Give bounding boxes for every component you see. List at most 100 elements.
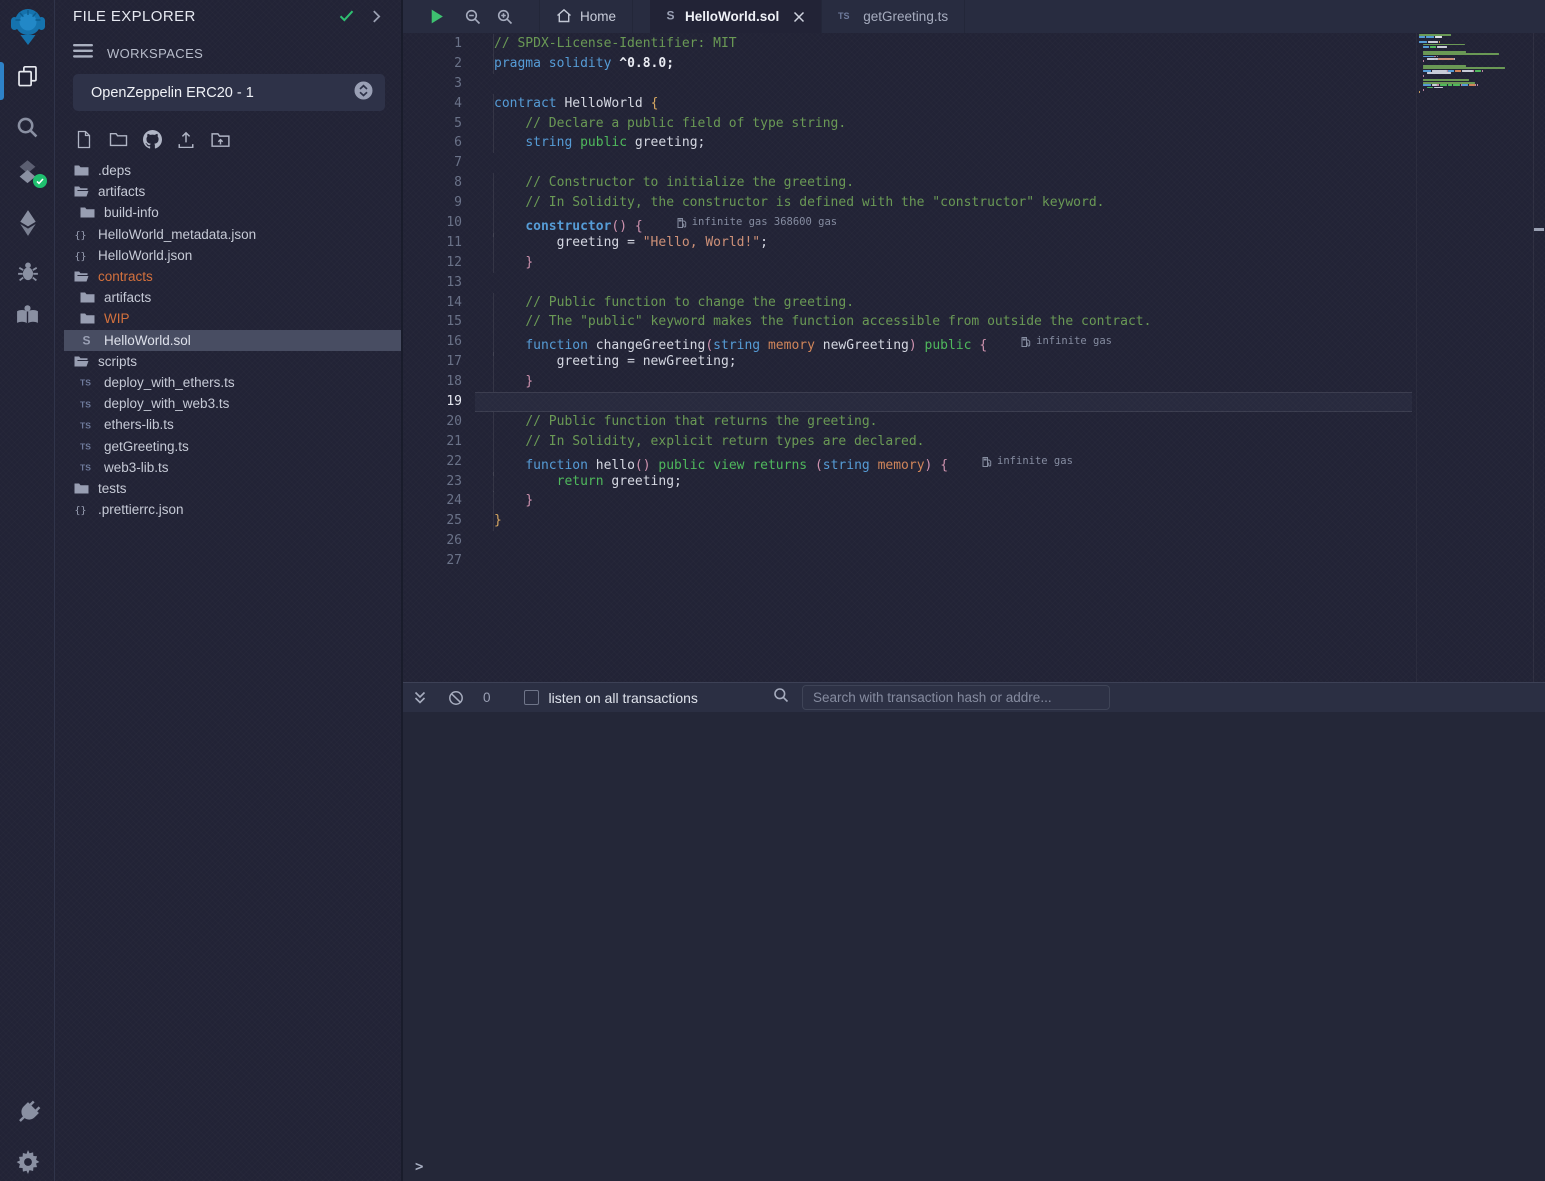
remix-ide-app: FILE EXPLORER WORKSPACES OpenZeppelin ER…: [0, 0, 1545, 1181]
code-line-content: // The "public" keyword makes the functi…: [493, 312, 1151, 332]
zoom-in-button[interactable]: [493, 0, 517, 33]
svg-text:S: S: [667, 9, 675, 23]
code-editor[interactable]: 1// SPDX-License-Identifier: MIT2pragma …: [403, 33, 1545, 682]
github-icon[interactable]: [139, 127, 165, 151]
line-number: 4: [403, 94, 462, 114]
tree-row[interactable]: TSweb3-lib.ts: [55, 457, 401, 478]
run-script-button[interactable]: [423, 0, 449, 33]
tree-row[interactable]: S HelloWorld.sol: [64, 330, 401, 351]
tree-row[interactable]: scripts: [55, 351, 401, 372]
code-line-content: // Constructor to initialize the greetin…: [493, 173, 854, 193]
tree-row[interactable]: TS ethers-lib.ts: [55, 414, 401, 435]
code-line: 8 // Constructor to initialize the greet…: [403, 173, 1545, 193]
tree-row[interactable]: .deps: [55, 160, 401, 181]
tree-row[interactable]: artifacts: [55, 287, 401, 308]
workspace-select[interactable]: OpenZeppelin ERC20 - 1: [73, 74, 385, 111]
minimap-edge: [1416, 33, 1417, 682]
workspaces-row: WORKSPACES: [55, 32, 401, 63]
upload-folder-icon[interactable]: [207, 127, 233, 151]
tab-getgreeting-ts[interactable]: TS getGreeting.ts: [822, 0, 965, 33]
line-number: 25: [403, 511, 462, 531]
tree-label: HelloWorld_metadata.json: [98, 227, 256, 242]
file-explorer-icon[interactable]: [0, 65, 55, 88]
new-folder-icon[interactable]: [105, 127, 131, 151]
line-number: 6: [403, 133, 462, 153]
line-number: 13: [403, 273, 462, 293]
tree-label: web3-lib.ts: [104, 460, 169, 475]
code-line-content: }: [493, 491, 533, 511]
listen-checkbox[interactable]: [524, 690, 539, 705]
listen-label: listen on all transactions: [549, 690, 698, 706]
line-number: 23: [403, 472, 462, 492]
tree-row[interactable]: {} HelloWorld_metadata.json: [55, 224, 401, 245]
tree-label: artifacts: [104, 290, 151, 305]
line-number: 21: [403, 432, 462, 452]
solidity-icon: S: [79, 333, 96, 347]
line-number: 9: [403, 193, 462, 213]
tree-label: .deps: [98, 163, 131, 178]
tree-row[interactable]: {}HelloWorld.json: [55, 245, 401, 266]
solidity-compiler-icon[interactable]: [0, 160, 55, 184]
tree-row[interactable]: TSdeploy_with_web3.ts: [55, 393, 401, 414]
scrollbar-thumb[interactable]: [1534, 228, 1544, 231]
tree-row[interactable]: TSgetGreeting.ts: [55, 435, 401, 456]
tree-row[interactable]: build-info: [55, 202, 401, 223]
menu-icon[interactable]: [73, 44, 93, 63]
tab-home[interactable]: Home: [539, 0, 633, 33]
code-line: 15 // The "public" keyword makes the fun…: [403, 312, 1545, 332]
upload-file-icon[interactable]: [173, 127, 199, 151]
search-icon[interactable]: [0, 116, 55, 139]
debugger-icon[interactable]: [0, 260, 55, 284]
tree-row[interactable]: contracts: [55, 266, 401, 287]
panel-header: FILE EXPLORER: [55, 0, 401, 32]
code-line: 14 // Public function to change the gree…: [403, 293, 1545, 313]
code-line: 10 constructor() {infinite gas 368600 ga…: [403, 213, 1545, 233]
deploy-and-run-icon[interactable]: [0, 210, 55, 236]
code-line: 18 }: [403, 372, 1545, 392]
code-line: 2pragma solidity ^0.8.0;: [403, 54, 1545, 74]
code-line-content: }: [493, 372, 533, 392]
tree-row[interactable]: tests: [55, 478, 401, 499]
new-file-icon[interactable]: [71, 127, 97, 151]
tree-row[interactable]: {}.prettierrc.json: [55, 499, 401, 520]
folder-closed-icon: [79, 206, 96, 219]
tree-label: HelloWorld.sol: [104, 333, 191, 348]
chevron-right-icon[interactable]: [365, 5, 387, 27]
tree-row[interactable]: artifacts: [55, 181, 401, 202]
code-line: 25}: [403, 511, 1545, 531]
tree-label: ethers-lib.ts: [104, 417, 174, 432]
line-number: 10: [403, 213, 462, 233]
tree-row[interactable]: TSdeploy_with_ethers.ts: [55, 372, 401, 393]
scrollbar-track[interactable]: [1533, 33, 1534, 682]
plugin-manager-icon[interactable]: [0, 1100, 55, 1126]
clear-console-icon[interactable]: [445, 690, 467, 706]
close-icon[interactable]: [793, 11, 805, 23]
transaction-search-input[interactable]: [802, 685, 1110, 710]
svg-text:{}: {}: [75, 230, 87, 241]
line-number: 8: [403, 173, 462, 193]
main-area: Home S HelloWorld.sol TS getGreeting.ts: [403, 0, 1545, 1181]
settings-gear-icon[interactable]: [0, 1150, 55, 1174]
line-number: 7: [403, 153, 462, 173]
terminal[interactable]: >: [403, 712, 1545, 1181]
learneth-icon[interactable]: [0, 303, 55, 327]
activity-bar: [0, 0, 55, 1181]
line-number: 26: [403, 531, 462, 551]
tab-helloworld-sol[interactable]: S HelloWorld.sol: [650, 0, 822, 33]
zoom-out-button[interactable]: [461, 0, 485, 33]
tree-label: tests: [98, 481, 127, 496]
code-line-content: }: [493, 511, 502, 531]
code-line-content: // Public function that returns the gree…: [493, 412, 878, 432]
remix-logo[interactable]: [0, 6, 55, 46]
tree-row[interactable]: WIP: [55, 308, 401, 329]
check-icon[interactable]: [335, 5, 357, 27]
code-line: 11 greeting = "Hello, World!";: [403, 233, 1545, 253]
svg-text:{}: {}: [75, 251, 87, 262]
collapse-terminal-icon[interactable]: [409, 691, 431, 705]
tree-label: WIP: [104, 311, 130, 326]
minimap[interactable]: [1419, 33, 1531, 94]
svg-text:TS: TS: [80, 420, 91, 430]
code-line: 21 // In Solidity, explicit return types…: [403, 432, 1545, 452]
tree-label: deploy_with_web3.ts: [104, 396, 229, 411]
tab-bar: Home S HelloWorld.sol TS getGreeting.ts: [403, 0, 1545, 33]
